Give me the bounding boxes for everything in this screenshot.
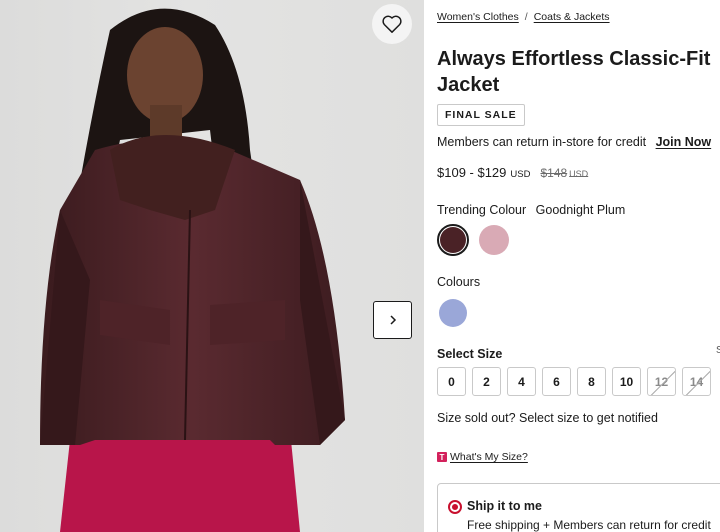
size-option-2[interactable]: 2	[472, 367, 501, 396]
swatch-color	[479, 225, 509, 255]
radio-dot	[452, 504, 458, 510]
original-price: $148 USD	[540, 166, 588, 180]
next-image-button[interactable]	[373, 301, 412, 339]
ship-it-to-me-option[interactable]: Ship it to me Free shipping + Members ca…	[437, 483, 720, 532]
ship-option-title: Ship it to me	[467, 499, 542, 513]
breadcrumb-separator: /	[524, 11, 528, 23]
price-range: $109 - $129	[437, 165, 507, 180]
size-option-12-soldout[interactable]: 12	[647, 367, 676, 396]
size-option-8[interactable]: 8	[577, 367, 606, 396]
size-option-14-soldout[interactable]: 14	[682, 367, 711, 396]
cut-off-size-chart-label: S	[716, 345, 720, 356]
swatch-pink[interactable]	[478, 224, 510, 256]
trending-swatches	[437, 224, 510, 256]
size-guide-logo-icon: T	[437, 452, 447, 462]
radio-selected-icon[interactable]	[448, 500, 462, 514]
price: $109 - $129 USD $148 USD	[437, 165, 588, 180]
product-title: Always Effortless Classic-Fit Jacket	[437, 48, 711, 96]
colours-heading: Colours	[437, 275, 481, 289]
colour-swatches	[437, 297, 469, 329]
price-currency: USD	[510, 169, 531, 180]
swatch-color	[440, 227, 466, 253]
size-option-4[interactable]: 4	[507, 367, 536, 396]
breadcrumb-womens-clothes[interactable]: Women's Clothes	[437, 11, 519, 23]
size-option-6[interactable]: 6	[542, 367, 571, 396]
breadcrumb-coats-jackets[interactable]: Coats & Jackets	[534, 11, 610, 23]
original-price-currency: USD	[569, 169, 589, 179]
size-guide: T What's My Size?	[437, 451, 528, 463]
swatch-goodnight-plum[interactable]	[437, 224, 469, 256]
members-text: Members can return in-store for credit	[437, 135, 647, 149]
heart-icon	[382, 15, 402, 33]
trending-colour-label: Trending Colour Goodnight Plum	[437, 203, 625, 217]
swatch-periwinkle[interactable]	[437, 297, 469, 329]
size-option-10[interactable]: 10	[612, 367, 641, 396]
wishlist-button[interactable]	[372, 4, 412, 44]
original-price-value: $148	[540, 166, 568, 180]
breadcrumb: Women's Clothes / Coats & Jackets	[437, 11, 610, 23]
members-return-info: Members can return in-store for credit J…	[437, 135, 711, 149]
trending-colour-heading: Trending Colour	[437, 203, 527, 217]
size-option-0[interactable]: 0	[437, 367, 466, 396]
select-size-heading: Select Size	[437, 347, 503, 361]
join-now-link[interactable]: Join Now	[656, 135, 712, 149]
product-image-gallery	[0, 0, 424, 532]
chevron-right-icon	[389, 315, 396, 325]
product-photo	[40, 8, 345, 532]
whats-my-size-link[interactable]: What's My Size?	[450, 451, 528, 463]
selected-colour-name: Goodnight Plum	[535, 203, 626, 217]
product-info-panel: Women's Clothes / Coats & Jackets Always…	[437, 0, 720, 532]
ship-option-subtitle: Free shipping + Members can return for c…	[467, 518, 711, 532]
swatch-color	[439, 299, 467, 327]
size-sold-out-notice: Size sold out? Select size to get notifi…	[437, 411, 658, 425]
final-sale-badge: FINAL SALE	[437, 104, 525, 126]
size-selector: 0 2 4 6 8 10 12 14	[437, 367, 711, 396]
